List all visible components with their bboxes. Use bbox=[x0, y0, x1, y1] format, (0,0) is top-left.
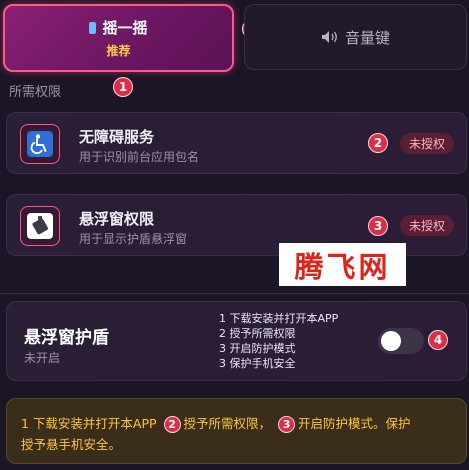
step-item: 1 下载安装并打开本APP bbox=[219, 312, 339, 325]
accessibility-icon bbox=[20, 124, 60, 164]
step-badge-inline: 3 bbox=[278, 416, 296, 433]
step-item: 3 保护手机安全 bbox=[219, 357, 296, 370]
tab-shake-recommended: 推荐 bbox=[106, 44, 131, 58]
permission-title: 悬浮窗权限 bbox=[79, 210, 155, 228]
step-badge-4: 4 bbox=[428, 330, 448, 350]
permission-desc: 用于显示护盾悬浮窗 bbox=[79, 232, 188, 246]
status-badge: 未授权 bbox=[399, 215, 454, 236]
shield-title: 悬浮窗护盾 bbox=[24, 328, 109, 348]
permission-card-accessibility[interactable]: 无障碍服务 用于识别前台应用包名 未授权 bbox=[6, 112, 467, 174]
overlay-window-icon bbox=[20, 206, 60, 246]
tab-shake-row: 摇一摇 bbox=[89, 17, 148, 38]
status-badge: 未授权 bbox=[399, 133, 454, 154]
section-label-permissions: 所需权限 bbox=[9, 85, 62, 100]
permission-title: 无障碍服务 bbox=[79, 128, 155, 146]
toggle-knob bbox=[381, 331, 401, 351]
instruction-box: 1 下载安装并打开本APP 2 授予所需权限， 3 开启防护模式。保护 授予悬手机安… bbox=[6, 398, 467, 464]
step-badge-2: 2 bbox=[368, 133, 388, 153]
step-badge-3: 3 bbox=[368, 216, 388, 236]
tab-shake[interactable]: 摇一摇 推荐 bbox=[3, 4, 234, 72]
shield-status: 未开启 bbox=[24, 351, 61, 365]
tab-volume[interactable]: 音量键 bbox=[244, 4, 467, 70]
info-text: 1 下载安装并打开本APP bbox=[21, 416, 157, 431]
speaker-icon bbox=[321, 31, 337, 43]
tab-volume-label: 音量键 bbox=[344, 28, 390, 47]
info-text: 授予悬手机安全。 bbox=[21, 437, 122, 452]
permission-desc: 用于识别前台应用包名 bbox=[79, 150, 200, 164]
step-badge-inline: 2 bbox=[163, 416, 181, 433]
tab-shake-label: 摇一摇 bbox=[102, 19, 148, 37]
step-item: 2 授予所需权限 bbox=[219, 327, 296, 340]
step-badge-1b: 1 bbox=[113, 77, 133, 97]
watermark-logo: 腾飞网 bbox=[279, 243, 406, 286]
step-item: 3 开启防护模式 bbox=[219, 342, 296, 355]
shield-steps: 1 下载安装并打开本APP 2 授予所需权限 3 开启防护模式 3 保护手机安全 bbox=[219, 311, 338, 371]
divider bbox=[0, 293, 469, 294]
phone-icon bbox=[89, 21, 97, 34]
shield-toggle[interactable] bbox=[378, 328, 424, 354]
shield-card: 悬浮窗护盾 未开启 1 下载安装并打开本APP 2 授予所需权限 3 开启防护模… bbox=[6, 301, 467, 381]
info-text: 授予所需权限， bbox=[183, 416, 272, 431]
info-text: 开启防护模式。保护 bbox=[298, 416, 411, 431]
